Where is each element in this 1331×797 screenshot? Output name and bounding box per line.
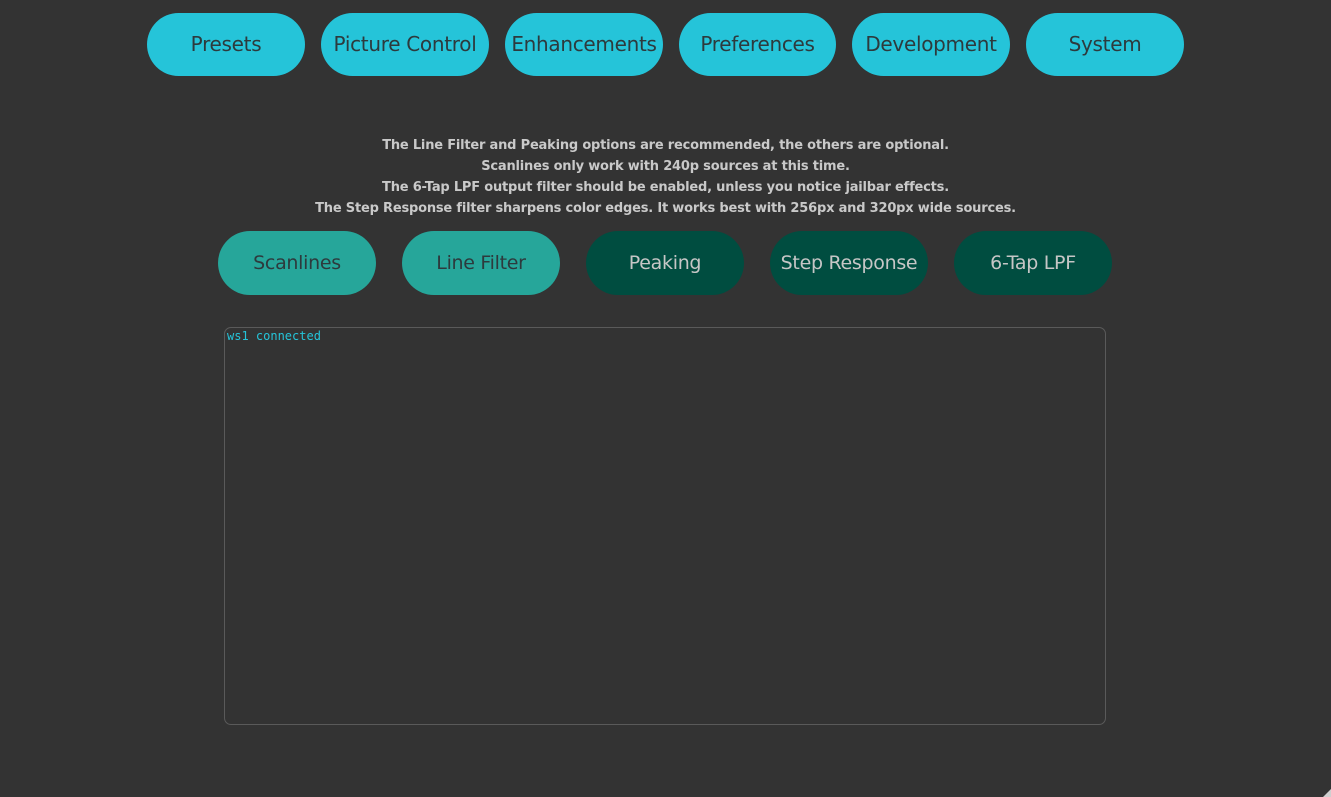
scanlines-toggle[interactable]: Scanlines <box>218 231 376 295</box>
info-line-filter-recommendation: The Line Filter and Peaking options are … <box>382 138 949 153</box>
info-step-response-note: The Step Response filter sharpens color … <box>315 201 1016 216</box>
step-response-toggle[interactable]: Step Response <box>770 231 928 295</box>
enhancement-toggles: Scanlines Line Filter Peaking Step Respo… <box>218 231 1112 295</box>
peaking-toggle[interactable]: Peaking <box>586 231 744 295</box>
6tap-lpf-toggle[interactable]: 6-Tap LPF <box>954 231 1112 295</box>
nav-enhancements-button[interactable]: Enhancements <box>505 13 663 76</box>
nav-system-button[interactable]: System <box>1026 13 1184 76</box>
page: Presets Picture Control Enhancements Pre… <box>0 0 1331 797</box>
nav-picture-control-button[interactable]: Picture Control <box>321 13 489 76</box>
nav-presets-button[interactable]: Presets <box>147 13 305 76</box>
info-scanlines-note: Scanlines only work with 240p sources at… <box>481 159 850 174</box>
main-nav: Presets Picture Control Enhancements Pre… <box>0 13 1331 76</box>
nav-preferences-button[interactable]: Preferences <box>679 13 836 76</box>
console-log-output[interactable] <box>224 327 1106 725</box>
info-6tap-lpf-note: The 6-Tap LPF output filter should be en… <box>382 180 949 195</box>
line-filter-toggle[interactable]: Line Filter <box>402 231 560 295</box>
enhancements-info-text: The Line Filter and Peaking options are … <box>0 135 1331 219</box>
resize-corner-icon <box>1323 789 1331 797</box>
nav-development-button[interactable]: Development <box>852 13 1010 76</box>
